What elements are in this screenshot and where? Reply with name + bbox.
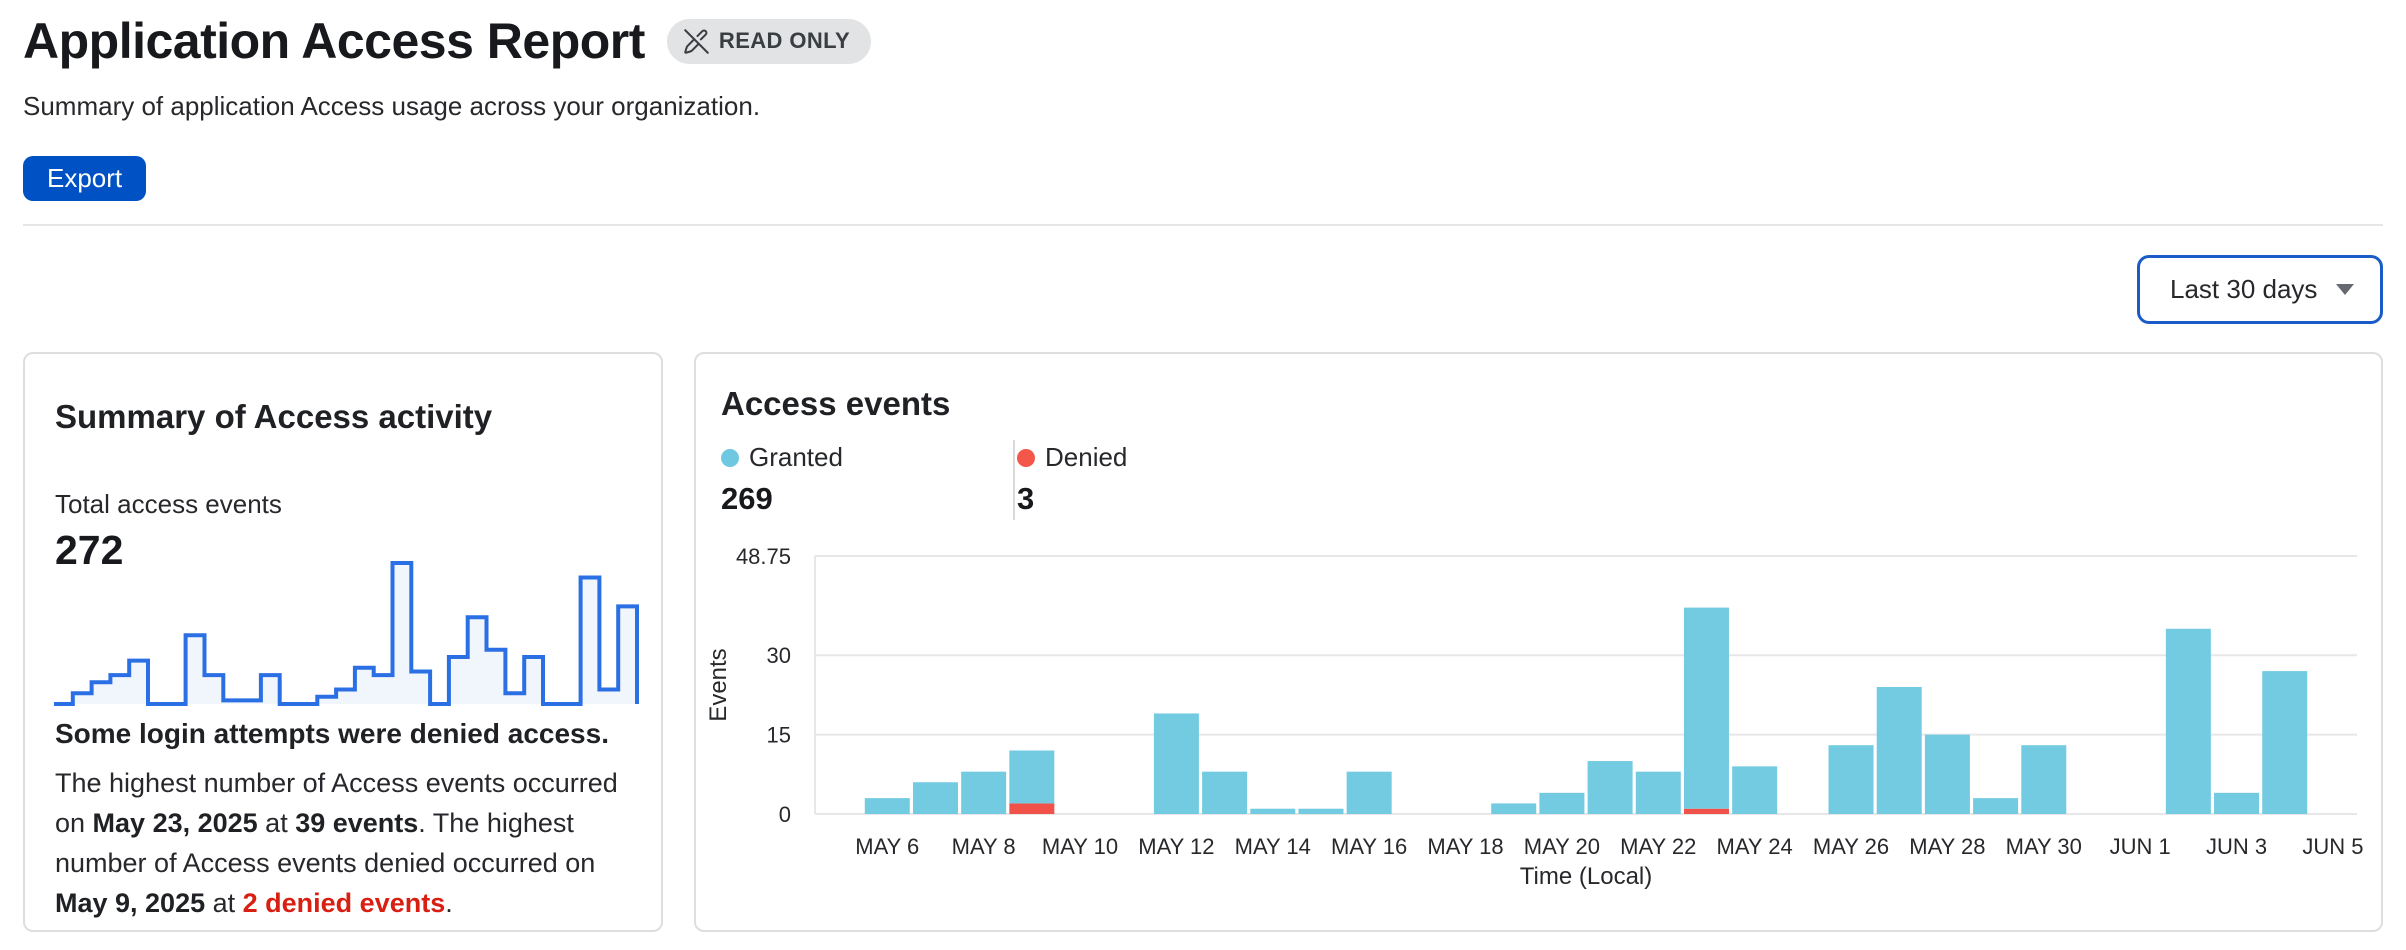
denied-value: 3 <box>1017 481 1127 517</box>
chevron-down-icon <box>2336 284 2354 295</box>
granted-value: 269 <box>721 481 990 517</box>
svg-text:MAY 22: MAY 22 <box>1620 834 1696 859</box>
svg-text:MAY 14: MAY 14 <box>1235 834 1311 859</box>
pencil-off-icon <box>683 28 710 55</box>
svg-text:MAY 8: MAY 8 <box>952 834 1016 859</box>
svg-text:MAY 24: MAY 24 <box>1717 834 1793 859</box>
summary-of-access-activity-card: Summary of Access activity Total access … <box>23 352 663 932</box>
svg-text:MAY 26: MAY 26 <box>1813 834 1889 859</box>
svg-text:MAY 6: MAY 6 <box>855 834 919 859</box>
read-only-badge: READ ONLY <box>667 19 871 64</box>
denied-label: Denied <box>1045 442 1127 473</box>
svg-text:MAY 10: MAY 10 <box>1042 834 1118 859</box>
legend-item-granted: Granted 269 <box>721 442 990 517</box>
svg-text:JUN 3: JUN 3 <box>2206 834 2267 859</box>
header-divider <box>23 224 2383 226</box>
page-title: Application Access Report <box>23 12 645 70</box>
granted-dot-icon <box>721 449 739 467</box>
svg-text:0: 0 <box>779 802 791 827</box>
access-events-card: Access events Granted 269 Denied 3 <box>694 352 2383 932</box>
total-access-events-label: Total access events <box>55 489 631 519</box>
svg-text:MAY 16: MAY 16 <box>1331 834 1407 859</box>
page-header: Application Access Report READ ONLY <box>23 12 2383 70</box>
access-events-title: Access events <box>721 385 950 423</box>
legend-item-denied: Denied 3 <box>990 442 1127 517</box>
filter-toolbar: Last 30 days <box>23 255 2383 324</box>
svg-text:JUN 5: JUN 5 <box>2302 834 2363 859</box>
denied-dot-icon <box>1017 449 1035 467</box>
time-range-value: Last 30 days <box>2170 274 2317 305</box>
summary-card-title: Summary of Access activity <box>55 398 631 436</box>
application-access-report-page: Application Access Report READ ONLY Summ… <box>0 12 2406 932</box>
svg-text:Time (Local): Time (Local) <box>1520 863 1652 890</box>
summary-description: The highest number of Access events occu… <box>55 763 635 923</box>
access-activity-sparkline <box>54 558 644 708</box>
granted-label: Granted <box>749 442 843 473</box>
time-range-dropdown[interactable]: Last 30 days <box>2137 255 2383 324</box>
svg-text:MAY 30: MAY 30 <box>2006 834 2082 859</box>
svg-text:MAY 20: MAY 20 <box>1524 834 1600 859</box>
svg-text:MAY 28: MAY 28 <box>1909 834 1985 859</box>
svg-text:JUN 1: JUN 1 <box>2110 834 2171 859</box>
svg-text:MAY 12: MAY 12 <box>1138 834 1214 859</box>
summary-alert-text: Some login attempts were denied access. <box>55 717 635 751</box>
svg-text:15: 15 <box>767 723 791 748</box>
chart-legend: Granted 269 Denied 3 <box>721 442 1127 517</box>
svg-text:MAY 18: MAY 18 <box>1427 834 1503 859</box>
svg-text:Events: Events <box>705 648 732 721</box>
svg-text:48.75: 48.75 <box>736 544 791 569</box>
legend-divider <box>1013 440 1015 520</box>
report-cards: Summary of Access activity Total access … <box>23 352 2383 932</box>
export-button[interactable]: Export <box>23 156 146 201</box>
read-only-badge-label: READ ONLY <box>719 28 850 54</box>
access-events-chart[interactable]: 0 15 30 48.75 MAY 6 MAY 8 MAY 10 MAY 12 MAY 14 MA… <box>696 531 2387 891</box>
svg-text:30: 30 <box>767 643 791 668</box>
page-subtitle: Summary of application Access usage acro… <box>23 90 2383 122</box>
